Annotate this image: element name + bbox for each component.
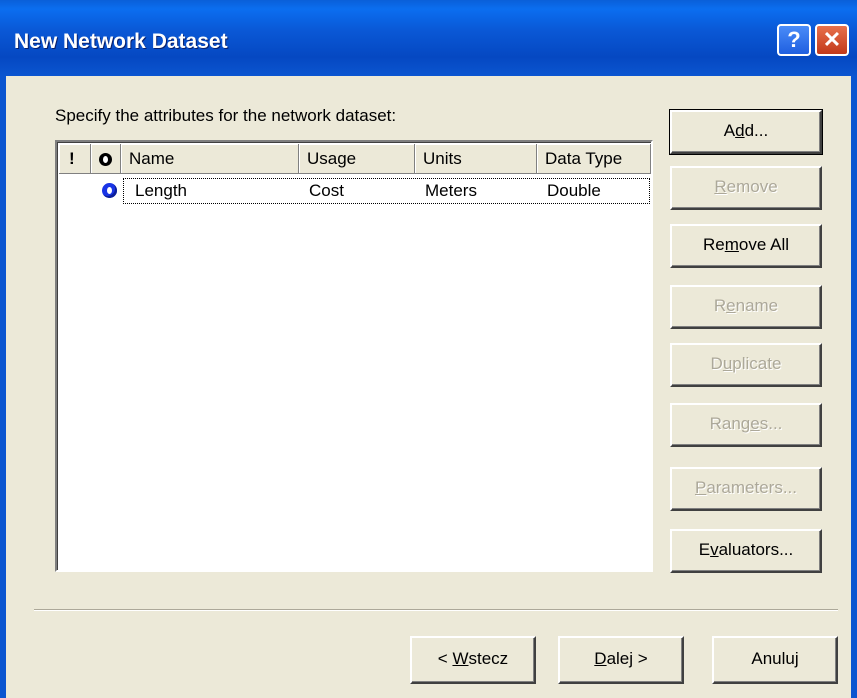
column-header-warning[interactable]: ! xyxy=(59,144,91,174)
close-button[interactable]: ✕ xyxy=(815,24,849,56)
next-button-label-rest: alej > xyxy=(606,649,648,668)
remove-all-button-label-rest: ove All xyxy=(738,235,789,254)
back-button-mnemonic: W xyxy=(452,649,469,668)
remove-all-button[interactable]: Remove All xyxy=(670,224,822,268)
ranges-button-mnemonic: e xyxy=(750,414,760,433)
add-button-mnemonic: d xyxy=(735,121,745,140)
ranges-button-label: Rang xyxy=(709,414,751,433)
instructions-label: Specify the attributes for the network d… xyxy=(55,106,397,125)
evaluators-button-label-rest: aluators... xyxy=(718,540,794,559)
exclamation-icon: ! xyxy=(69,149,75,168)
parameters-button-label-rest: arameters... xyxy=(706,478,798,497)
add-button[interactable]: Add... xyxy=(669,109,823,155)
column-header-default[interactable] xyxy=(91,144,121,174)
list-header: ! Name Usage Units Data Type xyxy=(59,144,651,174)
duplicate-button-mnemonic: u xyxy=(722,354,733,373)
duplicate-button-label: D xyxy=(710,354,723,373)
remove-all-button-label: Re xyxy=(703,235,725,254)
back-button[interactable]: < Wstecz xyxy=(410,636,536,684)
remove-all-button-mnemonic: m xyxy=(724,235,739,254)
duplicate-button[interactable]: Duplicate xyxy=(670,343,822,387)
table-row[interactable]: Length Cost Meters Double xyxy=(59,176,651,206)
default-attribute-icon xyxy=(102,183,117,198)
cancel-button-label: Anuluj xyxy=(751,649,799,668)
remove-button-label-rest: emove xyxy=(726,177,778,196)
ranges-button-label-rest: s... xyxy=(759,414,783,433)
help-button[interactable]: ? xyxy=(777,24,811,56)
title-bar[interactable]: New Network Dataset ? ✕ xyxy=(0,0,857,76)
rename-button-label: R xyxy=(713,296,727,315)
evaluators-button-mnemonic: v xyxy=(710,540,719,559)
add-button-label: A xyxy=(723,121,736,140)
remove-button-mnemonic: R xyxy=(714,177,727,196)
back-button-label-rest: stecz xyxy=(468,649,509,668)
rename-button-label-rest: name xyxy=(735,296,779,315)
footer-separator xyxy=(34,609,838,611)
dialog-window: New Network Dataset ? ✕ Specify the attr… xyxy=(0,0,857,698)
cell-name: Length xyxy=(135,181,187,200)
remove-button[interactable]: Remove xyxy=(670,166,822,210)
window-frame-right xyxy=(851,76,857,698)
cancel-button[interactable]: Anuluj xyxy=(712,636,838,684)
back-button-label: < xyxy=(437,649,453,668)
column-header-name[interactable]: Name xyxy=(121,144,299,174)
column-header-usage[interactable]: Usage xyxy=(299,144,415,174)
parameters-button-mnemonic: P xyxy=(694,478,707,497)
window-title: New Network Dataset xyxy=(14,30,228,53)
next-button[interactable]: Dalej > xyxy=(558,636,684,684)
default-attribute-icon xyxy=(99,153,112,166)
parameters-button[interactable]: Parameters... xyxy=(670,467,822,511)
column-header-units[interactable]: Units xyxy=(415,144,537,174)
duplicate-button-label-rest: plicate xyxy=(732,354,782,373)
cell-data-type: Double xyxy=(547,181,601,200)
cell-usage: Cost xyxy=(309,181,344,200)
rename-button[interactable]: Rename xyxy=(670,285,822,329)
ranges-button[interactable]: Ranges... xyxy=(670,403,822,447)
close-icon: ✕ xyxy=(822,27,842,52)
next-button-mnemonic: D xyxy=(594,649,607,668)
rename-button-mnemonic: e xyxy=(726,296,736,315)
attributes-list[interactable]: ! Name Usage Units Data Type Length Cost… xyxy=(55,140,653,572)
add-button-label-rest: d... xyxy=(744,121,769,140)
evaluators-button-label: E xyxy=(698,540,711,559)
help-icon: ? xyxy=(787,27,801,52)
cell-units: Meters xyxy=(425,181,477,200)
column-header-data-type[interactable]: Data Type xyxy=(537,144,651,174)
evaluators-button[interactable]: Evaluators... xyxy=(670,529,822,573)
